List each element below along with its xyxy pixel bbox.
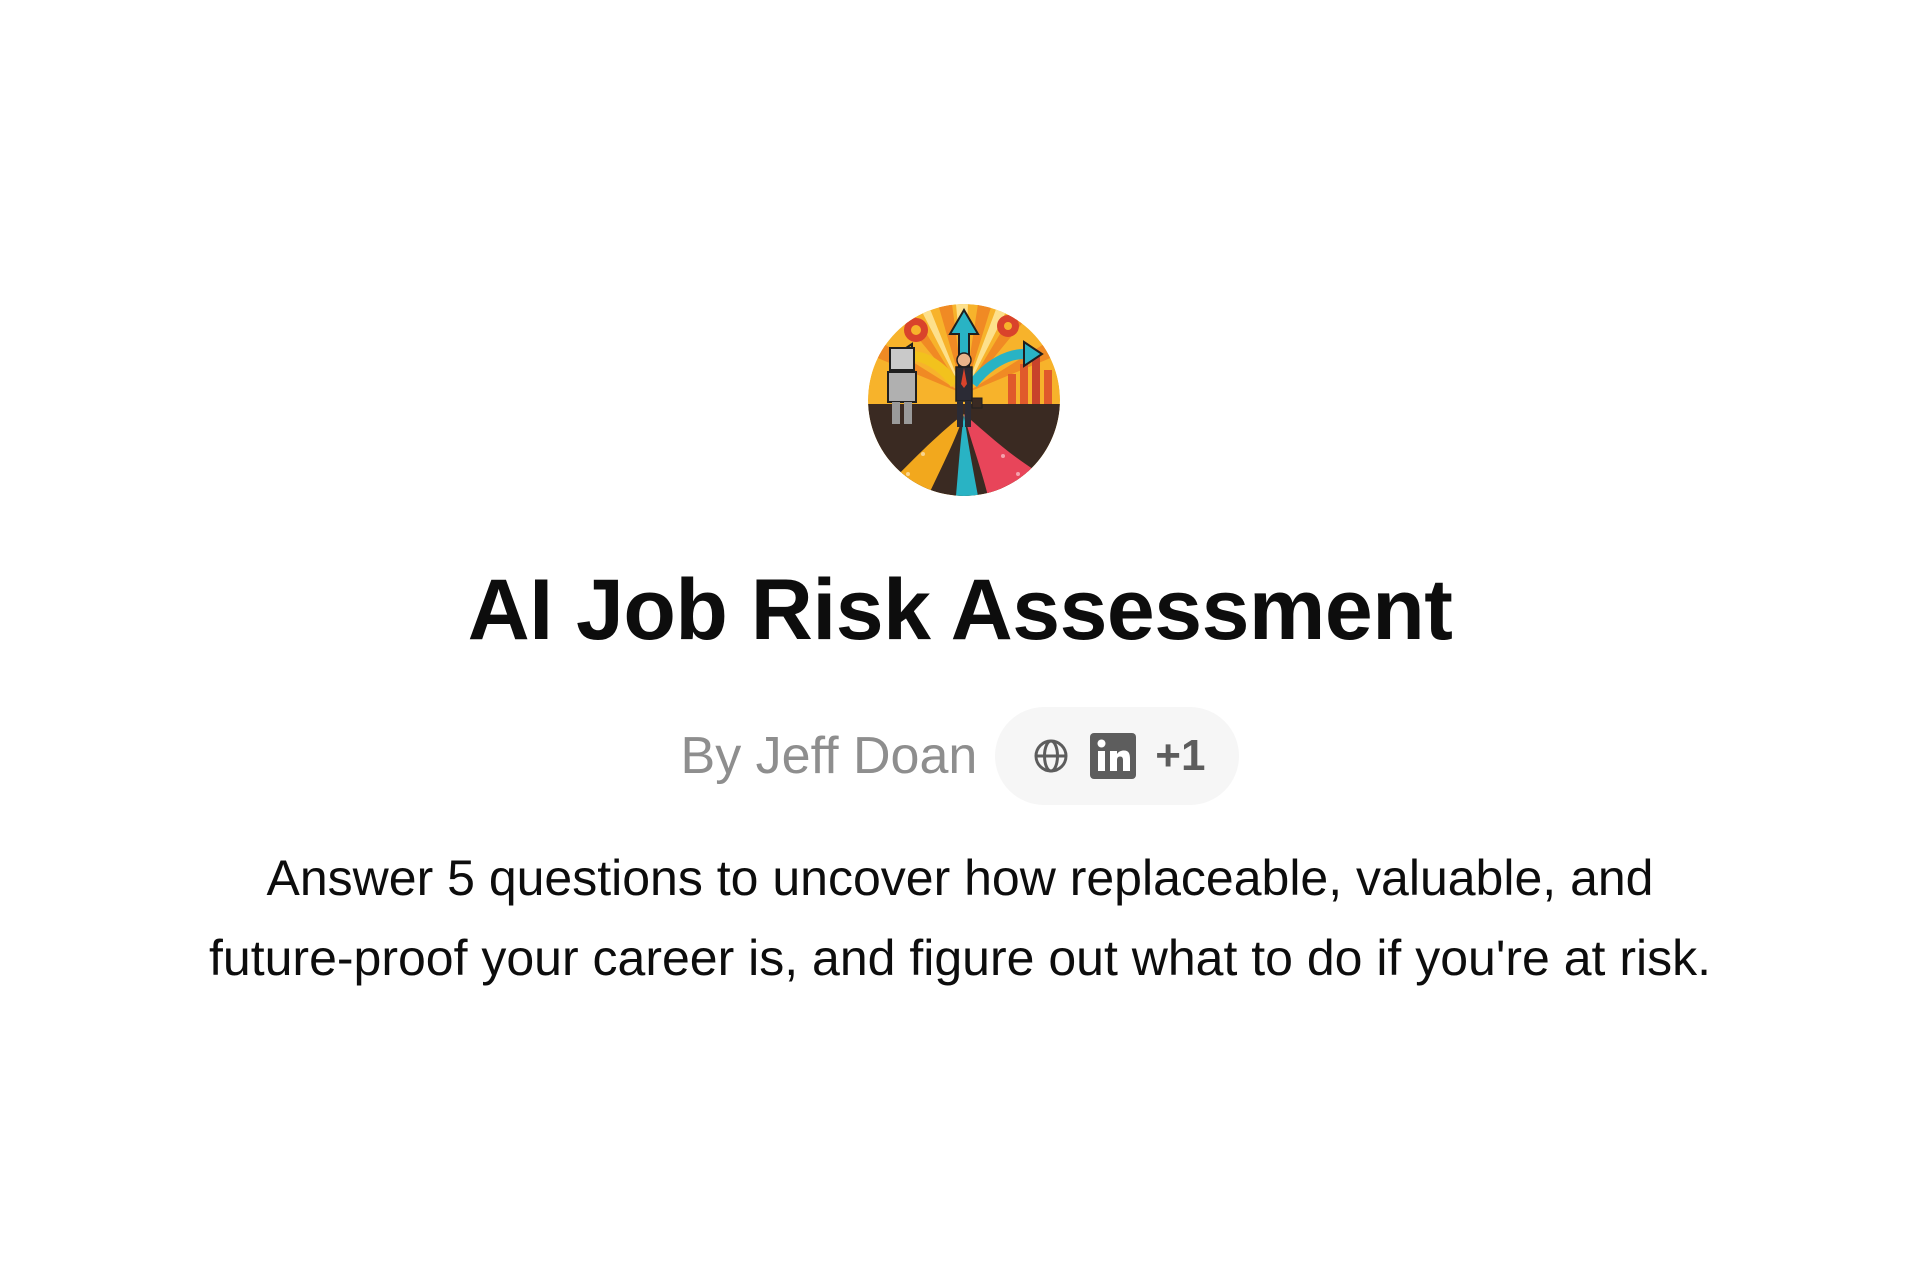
description-line: Answer 5 questions to uncover how replac… [266,850,1654,906]
gpt-title: AI Job Risk Assessment [467,562,1453,658]
author-links-button[interactable]: +1 [995,707,1240,805]
gpt-avatar [868,304,1060,496]
globe-icon[interactable] [1031,736,1071,776]
crossroads-illustration-icon [868,304,1060,496]
linkedin-icon[interactable] [1089,732,1137,780]
more-links-count[interactable]: +1 [1155,731,1205,781]
description-line: future-proof your career is, and figure … [209,930,1711,986]
byline: By Jeff Doan +1 [0,706,1920,806]
author-name: By Jeff Doan [680,727,978,785]
gpt-description: Answer 5 questions to uncover how replac… [0,838,1920,998]
gpt-profile-page: AI Job Risk Assessment By Jeff Doan +1 A… [0,0,1920,1280]
